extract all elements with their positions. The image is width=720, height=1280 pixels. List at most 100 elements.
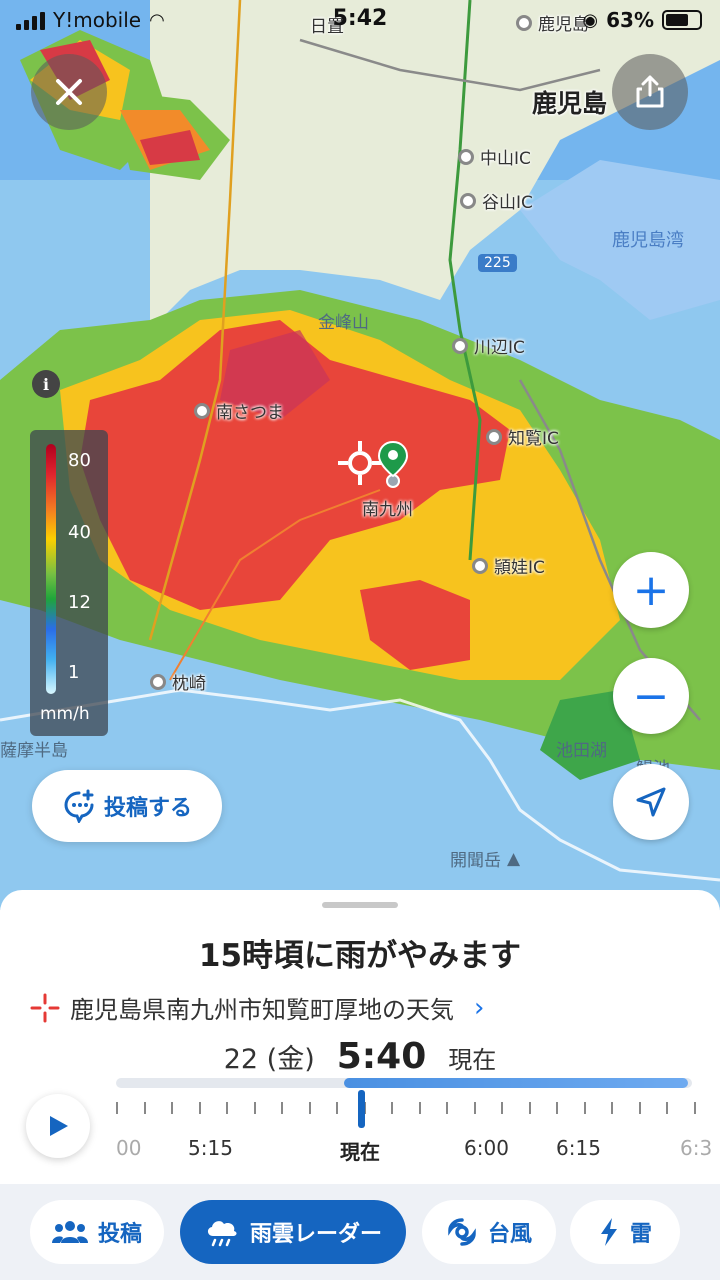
place-taniyama-ic[interactable]: 谷山IC <box>460 188 533 213</box>
timeline-ticks <box>116 1102 706 1118</box>
timeline-tick <box>116 1102 118 1114</box>
current-time-row: 22 (金) 5:40 現在 <box>0 1036 720 1077</box>
nav-lightning-label: 雷 <box>629 1222 652 1247</box>
legend-tick: 1 <box>68 662 80 683</box>
place-marker-icon <box>150 673 166 690</box>
timeline-label: 6:15 <box>556 1136 601 1160</box>
info-button[interactable]: i <box>32 370 60 398</box>
nav-lightning[interactable]: 雷 <box>570 1200 680 1264</box>
timeline-tick <box>171 1102 173 1114</box>
route-225-badge: 225 <box>478 254 517 272</box>
zoom-out-button[interactable]: − <box>613 658 689 734</box>
place-chiran-ic[interactable]: 知覧IC <box>486 424 559 449</box>
timeline-tick <box>611 1102 613 1114</box>
place-marker-icon <box>194 402 210 419</box>
nav-rain-radar-label: 雨雲レーダー <box>249 1222 382 1247</box>
place-nakayama-ic[interactable]: 中山IC <box>458 144 531 169</box>
timeline-label-now: 現在 <box>340 1140 380 1164</box>
location-name: 鹿児島県南九州市知覧町厚地の天気 <box>70 996 454 1024</box>
chevron-right-icon: › <box>474 992 485 1023</box>
place-kagoshima-city[interactable]: 鹿児島 <box>532 84 607 120</box>
legend-unit: mm/h <box>40 704 90 724</box>
status-bar: Y!mobile ◠ 5:42 ◉ 63% <box>0 0 720 44</box>
rain-forecast-headline: 15時頃に雨がやみます <box>198 938 522 974</box>
timeline-tick <box>446 1102 448 1114</box>
place-marker-icon <box>486 428 502 445</box>
crosshair-icon <box>30 993 60 1022</box>
place-marker-icon <box>472 557 488 574</box>
place-makurazaki[interactable]: 枕崎 <box>150 669 206 694</box>
play-icon <box>50 1116 68 1136</box>
timeline-tick <box>143 1102 146 1114</box>
rain-cloud-icon <box>207 1221 237 1247</box>
nav-typhoon[interactable]: 台風 <box>422 1200 556 1264</box>
timeline-tick <box>583 1102 586 1114</box>
timeline-label: 5:15 <box>188 1136 233 1160</box>
place-eino-ic[interactable]: 頴娃IC <box>472 553 545 578</box>
place-ikeda-ko: 池田湖 <box>556 741 607 761</box>
current-time: 5:40 <box>336 1036 427 1077</box>
legend-tick: 12 <box>68 592 91 613</box>
location-pin-icon[interactable] <box>376 440 410 488</box>
close-icon <box>56 79 82 105</box>
timeline-tick <box>391 1102 393 1114</box>
timeline-tick <box>308 1102 311 1114</box>
battery-percent: 63% <box>606 8 654 32</box>
place-satsuma-hanto: 薩摩半島 <box>0 741 68 761</box>
nav-typhoon-label: 台風 <box>487 1222 532 1247</box>
people-icon <box>51 1221 88 1243</box>
timeline-tick <box>666 1102 668 1114</box>
place-marker-icon <box>460 192 476 209</box>
timeline-tick <box>226 1102 228 1114</box>
precipitation-legend: 80 40 12 1 mm/h <box>30 430 108 736</box>
timeline-tick <box>693 1102 696 1114</box>
timeline-tick <box>198 1102 201 1114</box>
battery-icon <box>662 10 702 30</box>
timeline-label: 6:3 <box>680 1136 713 1160</box>
place-kawanabe-ic[interactable]: 川辺IC <box>452 333 525 358</box>
post-report-button[interactable]: 投稿する <box>32 770 222 842</box>
plus-icon: + <box>632 564 670 616</box>
sheet-drag-handle[interactable] <box>322 902 398 908</box>
place-kagoshima-bay: 鹿児島湾 <box>612 230 684 251</box>
current-label: 現在 <box>448 1046 497 1074</box>
zoom-in-button[interactable]: + <box>613 552 689 628</box>
timeline-cursor[interactable] <box>358 1090 365 1128</box>
post-report-label: 投稿する <box>103 796 192 821</box>
navigation-arrow-icon <box>636 787 666 817</box>
timeline-tick <box>253 1102 256 1114</box>
bottom-nav: 投稿 雨雲レーダー 台風 雷 <box>0 1184 720 1280</box>
nav-post-label: 投稿 <box>97 1222 142 1247</box>
mountain-icon: ▲ <box>507 848 521 869</box>
timeline-tick <box>556 1102 558 1114</box>
place-kaimondake[interactable]: 開聞岳 ▲ <box>450 846 521 872</box>
forecast-sheet: 15時頃に雨がやみます 鹿児島県南九州市知覧町厚地の天気 › 22 (金) 5:… <box>0 890 720 1184</box>
timeline-label: 6:00 <box>464 1136 509 1160</box>
legend-tick: 80 <box>68 450 91 471</box>
timeline-tick <box>638 1102 641 1114</box>
nav-rain-radar[interactable]: 雨雲レーダー <box>180 1200 406 1264</box>
post-comment-icon <box>64 789 94 823</box>
timeline-tick <box>473 1102 476 1114</box>
close-button[interactable] <box>31 54 107 130</box>
info-icon: i <box>42 374 50 394</box>
nav-post[interactable]: 投稿 <box>30 1200 164 1264</box>
place-minamikyushu[interactable]: 南九州 <box>362 495 413 520</box>
place-kinposan[interactable]: 金峰山 <box>318 308 369 333</box>
date-label: 22 (金) <box>223 1044 315 1075</box>
share-icon <box>636 75 664 108</box>
legend-tick: 40 <box>68 522 91 543</box>
share-button[interactable] <box>612 54 688 130</box>
timeline-label: 00 <box>116 1136 142 1160</box>
place-minamisatsuma[interactable]: 南さつま <box>194 398 284 423</box>
timeline-tick <box>501 1102 503 1114</box>
play-button[interactable] <box>26 1094 90 1158</box>
legend-color-scale <box>46 444 56 694</box>
forecast-range-fill <box>344 1078 688 1088</box>
locate-button[interactable] <box>613 764 689 840</box>
location-weather-link[interactable]: 鹿児島県南九州市知覧町厚地の天気 › <box>30 990 484 1025</box>
orientation-lock-icon: ◉ <box>582 9 599 31</box>
typhoon-icon <box>448 1218 476 1246</box>
minus-icon: − <box>632 670 670 722</box>
lightning-icon <box>600 1218 617 1246</box>
